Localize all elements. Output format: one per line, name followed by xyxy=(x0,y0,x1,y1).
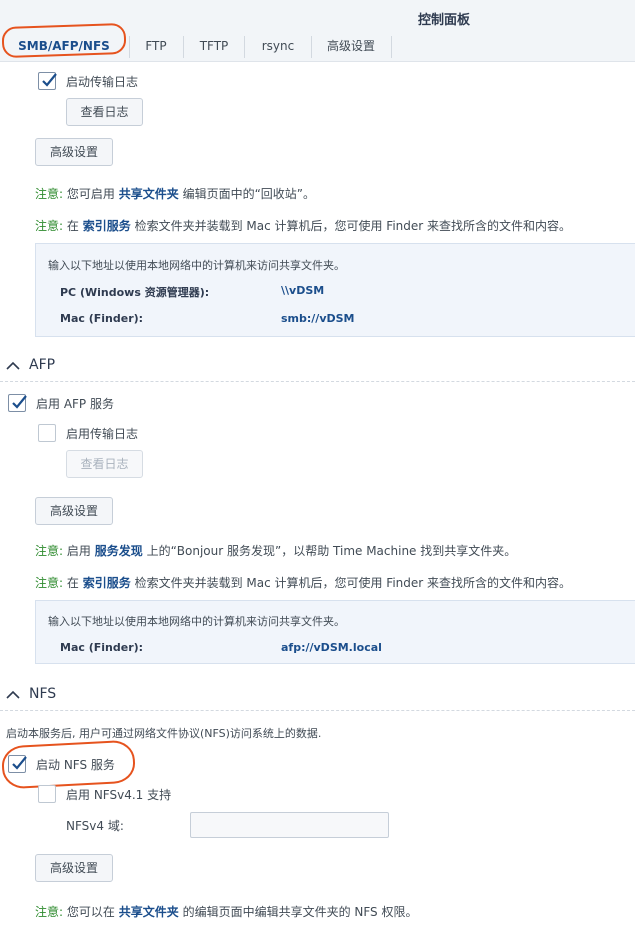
note-prefix: 注意: xyxy=(35,544,64,558)
info-value-mac: afp://vDSM.local xyxy=(281,641,382,654)
chevron-up-icon[interactable] xyxy=(6,361,20,371)
afp-section-title: AFP xyxy=(29,357,56,373)
nfs-v41-label: 启用 NFSv4.1 支持 xyxy=(66,788,172,802)
chevron-up-icon[interactable] xyxy=(6,690,20,700)
info-key-mac: Mac (Finder): xyxy=(60,641,144,654)
afp-enable-label: 启用 AFP 服务 xyxy=(36,397,114,411)
window-titlebar: 控制面板 xyxy=(0,0,635,32)
tab-smb-afp-nfs[interactable]: SMB/AFP/NFS xyxy=(8,32,120,62)
afp-note-bonjour: 注意: 启用 服务发现 上的“Bonjour 服务发现”，以帮助 Time Ma… xyxy=(35,542,516,559)
afp-address-info-box: 输入以下地址以使用本地网络中的计算机来访问共享文件夹。 Mac (Finder)… xyxy=(35,600,635,664)
tab-ftp[interactable]: FTP xyxy=(130,32,182,62)
note-prefix: 注意: xyxy=(35,576,64,590)
smb-note-index: 注意: 在 索引服务 检索文件夹并装载到 Mac 计算机后，您可使用 Finde… xyxy=(35,217,571,234)
info-heading: 输入以下地址以使用本地网络中的计算机来访问共享文件夹。 xyxy=(48,615,345,628)
nfs-description: 启动本服务后, 用户可通过网络文件协议(NFS)访问系统上的数据. xyxy=(6,727,322,740)
check-icon xyxy=(12,756,27,770)
note-text: 启用 xyxy=(66,544,91,558)
smb-transfer-log-checkbox[interactable] xyxy=(38,72,57,90)
nfs-advanced-button[interactable]: 高级设置 xyxy=(35,854,113,882)
afp-view-log-button[interactable]: 查看日志 xyxy=(66,450,143,478)
afp-transfer-log-checkbox[interactable] xyxy=(38,424,56,442)
afp-transfer-log-label: 启用传输日志 xyxy=(66,427,139,441)
note-text: 您可以在 xyxy=(66,905,115,919)
tab-bar: SMB/AFP/NFS FTP TFTP rsync 高级设置 xyxy=(0,32,635,62)
note-text: 的编辑页面中编辑共享文件夹的 NFS 权限。 xyxy=(182,905,418,919)
info-key-pc: PC (Windows 资源管理器): xyxy=(60,286,210,299)
tab-separator xyxy=(391,36,392,58)
note-prefix: 注意: xyxy=(35,219,64,233)
smb-view-log-button[interactable]: 查看日志 xyxy=(66,98,143,126)
nfs-note-permissions: 注意: 您可以在 共享文件夹 的编辑页面中编辑共享文件夹的 NFS 权限。 xyxy=(35,903,417,920)
nfs-domain-input[interactable] xyxy=(190,812,389,838)
note-prefix: 注意: xyxy=(35,905,64,919)
note-text: 在 xyxy=(66,219,79,233)
nfs-enable-label: 启动 NFS 服务 xyxy=(36,758,115,772)
note-text: 上的“Bonjour 服务发现”，以帮助 Time Machine 找到共享文件… xyxy=(146,544,517,558)
note-text: 检索文件夹并装载到 Mac 计算机后，您可使用 Finder 来查找所含的文件和… xyxy=(134,576,572,590)
check-icon xyxy=(12,395,27,409)
service-discovery-link[interactable]: 服务发现 xyxy=(95,544,143,558)
index-service-link[interactable]: 索引服务 xyxy=(83,219,131,233)
tab-advanced[interactable]: 高级设置 xyxy=(312,32,390,62)
shared-folder-link[interactable]: 共享文件夹 xyxy=(119,187,179,201)
info-heading: 输入以下地址以使用本地网络中的计算机来访问共享文件夹。 xyxy=(48,259,345,272)
smb-transfer-log-label: 启动传输日志 xyxy=(66,75,139,89)
smb-address-info-box: 输入以下地址以使用本地网络中的计算机来访问共享文件夹。 PC (Windows … xyxy=(35,243,635,337)
note-text: 编辑页面中的“回收站”。 xyxy=(182,187,315,201)
smb-advanced-button[interactable]: 高级设置 xyxy=(35,138,113,166)
note-prefix: 注意: xyxy=(35,187,64,201)
afp-enable-checkbox[interactable] xyxy=(8,394,27,412)
nfs-domain-label: NFSv4 域: xyxy=(66,819,124,833)
nfs-section-header[interactable]: NFS xyxy=(0,681,635,711)
window-title: 控制面板 xyxy=(418,13,471,28)
note-text: 在 xyxy=(66,576,79,590)
afp-note-index: 注意: 在 索引服务 检索文件夹并装载到 Mac 计算机后，您可使用 Finde… xyxy=(35,574,571,591)
index-service-link[interactable]: 索引服务 xyxy=(83,576,131,590)
nfs-enable-checkbox[interactable] xyxy=(8,755,27,773)
note-text: 您可启用 xyxy=(66,187,115,201)
check-icon xyxy=(42,73,57,87)
info-value-pc: \\vDSM xyxy=(281,284,325,297)
tab-tftp[interactable]: TFTP xyxy=(184,32,244,62)
afp-advanced-button[interactable]: 高级设置 xyxy=(35,497,113,525)
smb-note-recycle: 注意: 您可启用 共享文件夹 编辑页面中的“回收站”。 xyxy=(35,185,315,202)
info-value-mac: smb://vDSM xyxy=(281,312,355,325)
note-text: 检索文件夹并装载到 Mac 计算机后，您可使用 Finder 来查找所含的文件和… xyxy=(134,219,572,233)
tab-rsync[interactable]: rsync xyxy=(245,32,311,62)
nfs-section-title: NFS xyxy=(29,686,57,702)
info-key-mac: Mac (Finder): xyxy=(60,312,144,325)
afp-section-header[interactable]: AFP xyxy=(0,352,635,382)
shared-folder-link[interactable]: 共享文件夹 xyxy=(119,905,179,919)
nfs-v41-checkbox[interactable] xyxy=(38,785,56,803)
